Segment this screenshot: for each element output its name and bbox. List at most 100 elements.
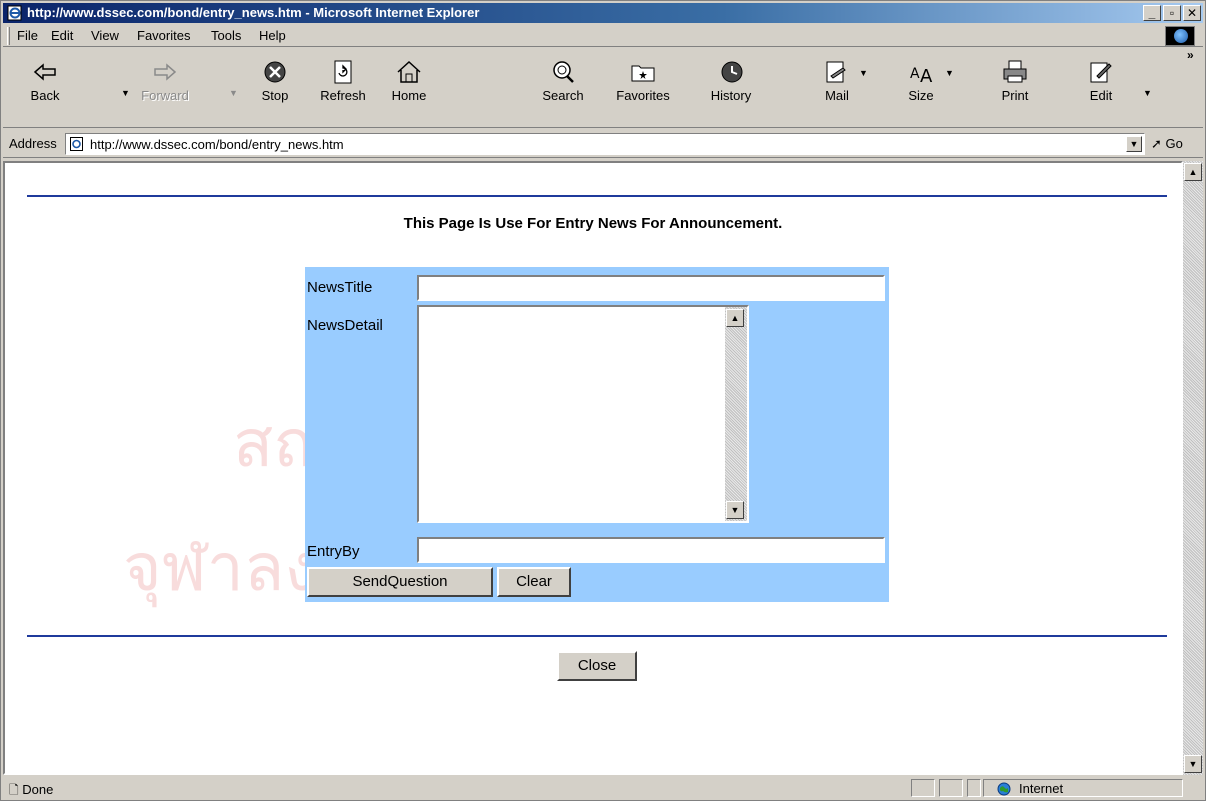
status-pane-1	[911, 779, 935, 797]
home-label: Home	[391, 88, 427, 103]
mail-button[interactable]: Mail	[805, 54, 869, 122]
bottom-divider	[27, 635, 1167, 637]
svg-text:A: A	[910, 66, 920, 82]
edit-label: Edit	[1089, 88, 1113, 103]
menu-file[interactable]: File	[17, 28, 38, 43]
mail-dropdown-icon[interactable]: ▼	[859, 68, 869, 78]
entry-by-label: EntryBy	[307, 543, 360, 560]
page-icon	[70, 137, 83, 151]
textarea-scrollbar[interactable]: ▲ ▼	[725, 307, 747, 521]
news-detail-label: NewsDetail	[307, 317, 383, 334]
print-button[interactable]: Print	[983, 54, 1047, 122]
favorites-button[interactable]: Favorites	[611, 54, 675, 122]
edit-page-icon	[1090, 62, 1112, 83]
news-detail-textarea[interactable]: ▲ ▼	[417, 305, 749, 523]
go-button[interactable]: ➚ Go	[1151, 136, 1183, 152]
forward-button[interactable]: Forward	[133, 54, 197, 122]
zone-pane	[983, 779, 1183, 797]
menu-bar: File Edit View Favorites Tools Help	[3, 25, 1203, 47]
refresh-icon	[334, 60, 352, 84]
home-icon	[397, 60, 421, 83]
clear-button[interactable]: Clear	[497, 567, 571, 597]
address-label: Address	[9, 136, 57, 151]
page-heading: This Page Is Use For Entry News For Anno…	[403, 215, 783, 232]
close-page-button[interactable]: Close	[557, 651, 637, 681]
search-button[interactable]: Search	[531, 54, 595, 122]
size-dropdown-icon[interactable]: ▼	[945, 68, 955, 78]
history-label: History	[710, 88, 752, 103]
home-button[interactable]: Home	[377, 54, 441, 122]
address-bar: Address http://www.dssec.com/bond/entry_…	[3, 130, 1203, 158]
forward-dropdown-icon[interactable]: ▼	[229, 88, 239, 98]
scroll-down-icon[interactable]: ▼	[1184, 755, 1202, 773]
size-label: Size	[908, 88, 934, 103]
stop-button[interactable]: Stop	[243, 54, 307, 122]
minimize-button[interactable]: _	[1143, 5, 1161, 21]
text-size-icon: A A	[910, 66, 933, 86]
size-button[interactable]: A A Size	[889, 54, 953, 122]
address-input[interactable]: http://www.dssec.com/bond/entry_news.htm…	[65, 133, 1145, 155]
menu-view[interactable]: View	[91, 28, 119, 43]
send-question-button[interactable]: SendQuestion	[307, 567, 493, 597]
textarea-scroll-down-icon[interactable]: ▼	[726, 501, 744, 519]
favorites-folder-icon	[631, 65, 655, 82]
print-label: Print	[1001, 88, 1029, 103]
status-text: 🗋 Done	[9, 781, 53, 801]
favorites-label: Favorites	[616, 88, 670, 103]
address-dropdown-icon[interactable]: ▼	[1126, 136, 1142, 152]
back-label: Back	[30, 88, 60, 103]
refresh-button[interactable]: Refresh	[311, 54, 375, 122]
printer-icon	[1003, 60, 1027, 83]
mail-label: Mail	[825, 88, 849, 103]
status-bar: 🗋 Done Internet	[3, 777, 1203, 799]
back-dropdown-icon[interactable]: ▼	[121, 88, 131, 98]
status-label: Done	[22, 782, 54, 797]
status-pane-2	[939, 779, 963, 797]
back-button[interactable]: Back	[13, 54, 77, 122]
status-pane-3	[967, 779, 981, 797]
browser-window: http://www.dssec.com/bond/entry_news.htm…	[0, 0, 1206, 801]
done-page-icon: 🗋	[9, 783, 19, 797]
maximize-button[interactable]: ▫	[1163, 5, 1181, 21]
news-title-label: NewsTitle	[307, 279, 373, 296]
menu-tools[interactable]: Tools	[211, 28, 241, 43]
go-label: Go	[1165, 136, 1183, 151]
toolbar-more-dropdown-icon[interactable]: ▼	[1143, 88, 1153, 98]
back-arrow-icon	[33, 63, 56, 81]
menu-favorites[interactable]: Favorites	[137, 28, 190, 43]
close-window-button[interactable]: ✕	[1183, 5, 1201, 21]
search-icon	[553, 61, 574, 83]
page-content: สถาบันวิทยบริการ จุฬาลงกรณ์มหาวิทยาลัย T…	[3, 161, 1183, 775]
mail-icon	[826, 61, 846, 83]
news-title-input[interactable]	[417, 275, 885, 301]
stop-icon	[264, 61, 286, 83]
zone-label: Internet	[1019, 781, 1064, 796]
scroll-up-icon[interactable]: ▲	[1184, 163, 1202, 181]
svg-text:A: A	[920, 66, 933, 86]
menu-help[interactable]: Help	[259, 28, 286, 43]
news-entry-form: NewsTitle NewsDetail ▲ ▼ EntryBy SendQue…	[305, 267, 889, 602]
stop-label: Stop	[261, 88, 289, 103]
internet-globe-icon	[997, 782, 1011, 796]
search-label: Search	[542, 88, 584, 103]
history-button[interactable]: History	[699, 54, 763, 122]
edit-button[interactable]: Edit	[1069, 54, 1133, 122]
go-arrow-icon: ➚	[1151, 136, 1162, 151]
page-vertical-scrollbar[interactable]: ▲ ▼	[1183, 161, 1203, 775]
textarea-scroll-up-icon[interactable]: ▲	[726, 309, 744, 327]
entry-by-input[interactable]	[417, 537, 885, 563]
forward-arrow-icon	[154, 63, 177, 81]
standard-toolbar: Back ▼ Forward ▼ Stop Refresh Home Searc…	[3, 48, 1203, 128]
menu-grip	[7, 27, 10, 45]
address-url: http://www.dssec.com/bond/entry_news.htm	[90, 137, 344, 152]
top-divider	[27, 195, 1167, 197]
ie-page-icon	[7, 5, 22, 21]
title-bar[interactable]: http://www.dssec.com/bond/entry_news.htm…	[3, 3, 1203, 23]
history-icon	[721, 61, 743, 83]
menu-edit[interactable]: Edit	[51, 28, 73, 43]
refresh-label: Refresh	[320, 88, 366, 103]
forward-label: Forward	[141, 88, 189, 103]
window-title: http://www.dssec.com/bond/entry_news.htm…	[27, 5, 480, 20]
toolbar-chevron-icon[interactable]: »	[1187, 48, 1194, 62]
ie-throbber-icon	[1165, 26, 1195, 46]
